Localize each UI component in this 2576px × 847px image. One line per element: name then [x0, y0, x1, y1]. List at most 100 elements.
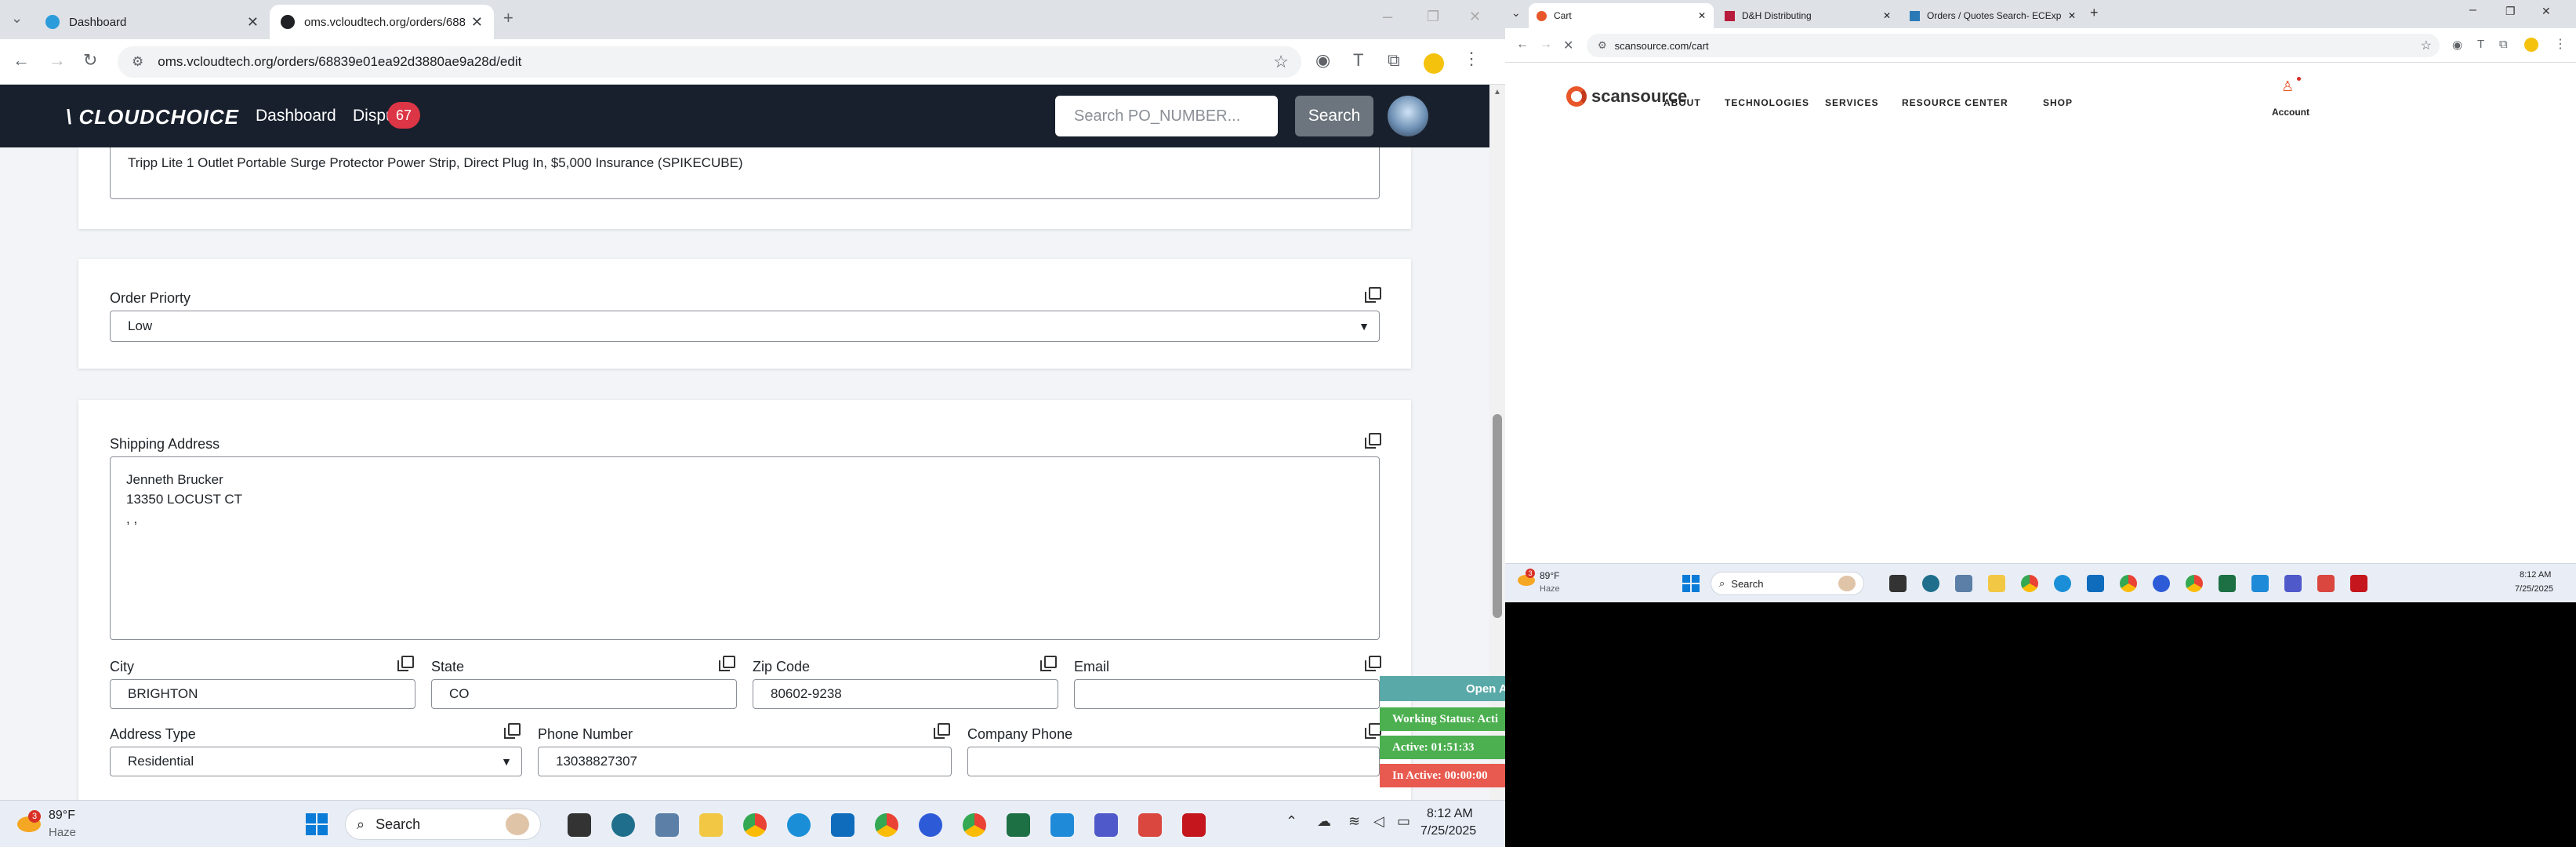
restore-icon[interactable]: ❐ [2505, 5, 2516, 18]
stop-loading-icon[interactable]: ✕ [1563, 38, 1573, 53]
copy-icon[interactable] [1365, 656, 1381, 671]
close-icon[interactable]: ✕ [471, 14, 483, 31]
window-close-icon[interactable]: ✕ [1469, 9, 1481, 24]
zoom-icon[interactable] [2153, 575, 2170, 592]
calculator-icon[interactable] [655, 813, 679, 837]
user-avatar[interactable] [1388, 96, 1428, 136]
tab-dh-distributing[interactable]: D&H Distributing ✕ [1717, 3, 1899, 28]
email-input[interactable] [1074, 679, 1380, 709]
outlook-icon[interactable] [831, 813, 854, 837]
task-view-icon[interactable] [1889, 575, 1907, 592]
chrome-icon[interactable] [2021, 575, 2038, 592]
profile-avatar[interactable] [1424, 53, 1444, 74]
task-view-icon[interactable] [568, 813, 591, 837]
chrome-profile-icon[interactable] [2120, 575, 2137, 592]
extension-icon[interactable]: ◉ [1315, 52, 1330, 69]
phone-number-input[interactable]: 13038827307 [538, 747, 952, 776]
excel-icon[interactable] [1007, 813, 1030, 837]
copy-icon[interactable] [934, 723, 950, 739]
nav-services[interactable]: SERVICES [1825, 97, 1878, 108]
app-icon[interactable] [611, 813, 635, 837]
teams-icon[interactable] [1094, 813, 1118, 837]
back-icon[interactable]: ← [1516, 38, 1529, 52]
menu-icon[interactable]: ⋮ [1463, 50, 1480, 67]
account-link[interactable]: Account [2272, 107, 2309, 118]
nav-resource-center[interactable]: RESOURCE CENTER [1902, 97, 2008, 108]
company-phone-input[interactable] [967, 747, 1380, 776]
windows-start-icon[interactable] [306, 813, 328, 835]
excel-icon[interactable] [2219, 575, 2236, 592]
outlook-icon[interactable] [2087, 575, 2104, 592]
clock-date[interactable]: 7/25/2025 [1420, 824, 1476, 838]
weather-widget[interactable]: 3 [17, 810, 44, 837]
chrome-profile-icon[interactable] [875, 813, 898, 837]
product-description-textarea[interactable]: Tripp Lite 1 Outlet Portable Surge Prote… [110, 147, 1380, 199]
forward-icon[interactable]: → [49, 52, 66, 69]
pdf-editor-icon[interactable] [1138, 813, 1162, 837]
nav-dashboard-link[interactable]: Dashboard [256, 107, 336, 125]
tab-cart[interactable]: Cart ✕ [1529, 3, 1714, 28]
state-input[interactable]: CO [431, 679, 737, 709]
taskbar-search-box[interactable]: ⌕ Search [345, 809, 541, 840]
zoom-icon[interactable] [919, 813, 942, 837]
account-user-icon[interactable]: ♙ [2281, 78, 2294, 95]
chevron-up-icon[interactable]: ⌃ [1286, 813, 1297, 830]
window-close-icon[interactable]: ✕ [2542, 5, 2551, 18]
new-tab-icon[interactable]: + [503, 9, 513, 27]
new-tab-icon[interactable]: + [2090, 5, 2099, 21]
close-icon[interactable]: ✕ [1883, 10, 1891, 21]
acrobat-icon[interactable] [1182, 813, 1206, 837]
reload-icon[interactable]: ↻ [83, 52, 97, 69]
menu-icon[interactable]: ⋮ [2554, 36, 2567, 52]
tab-search-icon[interactable]: ⌄ [11, 11, 23, 25]
reading-icon[interactable]: T [2477, 38, 2484, 51]
minimize-icon[interactable]: – [1383, 8, 1392, 25]
tab-orders-quotes[interactable]: Orders / Quotes Search- ECExp ✕ [1902, 3, 2084, 28]
forward-icon[interactable]: → [1540, 38, 1552, 52]
bookmark-star-icon[interactable]: ☆ [2421, 38, 2432, 53]
taskbar-search-box[interactable]: ⌕ Search [1711, 572, 1864, 595]
speaker-icon[interactable]: ◁ [1373, 813, 1384, 830]
nav-technologies[interactable]: TECHNOLOGIES [1725, 97, 1809, 108]
back-icon[interactable]: ← [13, 52, 30, 69]
nav-about[interactable]: ABOUT [1664, 97, 1701, 108]
tab-search-icon[interactable]: ⌄ [1511, 6, 1521, 20]
copy-icon[interactable] [1040, 656, 1057, 671]
close-icon[interactable]: ✕ [247, 14, 259, 31]
snipping-tool-icon[interactable] [2251, 575, 2269, 592]
copy-icon[interactable] [1365, 433, 1381, 449]
copy-icon[interactable] [504, 723, 521, 739]
open-widget-button[interactable]: Open A [1380, 676, 1505, 701]
scroll-up-icon[interactable]: ▲ [1493, 88, 1501, 96]
site-info-icon[interactable]: ⚙ [132, 54, 143, 70]
close-icon[interactable]: ✕ [2068, 10, 2076, 21]
teams-icon[interactable] [2284, 575, 2302, 592]
profile-avatar[interactable] [2524, 38, 2538, 52]
minimize-icon[interactable]: – [2469, 3, 2476, 17]
close-icon[interactable]: ✕ [1698, 10, 1706, 21]
edge-icon[interactable] [2054, 575, 2071, 592]
right-address-bar[interactable]: ⚙ scansource.com/cart ☆ [1587, 34, 2440, 57]
restore-icon[interactable]: ❐ [1427, 9, 1439, 24]
zip-code-input[interactable]: 80602-9238 [753, 679, 1058, 709]
calculator-icon[interactable] [1955, 575, 1972, 592]
bookmark-star-icon[interactable]: ☆ [1273, 52, 1289, 72]
windows-start-icon[interactable] [1682, 575, 1700, 592]
cloud-sync-icon[interactable]: ☁ [1317, 813, 1331, 830]
app-icon[interactable] [1922, 575, 1939, 592]
site-info-icon[interactable]: ⚙ [1598, 39, 1607, 52]
address-type-select[interactable]: Residential ▼ [110, 747, 522, 776]
extension-icon[interactable]: ◉ [2452, 38, 2462, 52]
nav-shop[interactable]: SHOP [2043, 97, 2073, 108]
clock-time[interactable]: 8:12 AM [1427, 807, 1473, 821]
copy-icon[interactable] [719, 656, 735, 671]
scrollbar-thumb[interactable] [1493, 414, 1502, 618]
shipping-address-textarea[interactable]: Jenneth Brucker 13350 LOCUST CT , , [110, 456, 1380, 640]
copy-icon[interactable] [1365, 287, 1381, 303]
acrobat-icon[interactable] [2350, 575, 2367, 592]
tab-dashboard[interactable]: Dashboard ✕ [34, 5, 270, 39]
puzzle-icon[interactable]: ⧉ [1388, 52, 1400, 69]
po-search-input[interactable]: Search PO_NUMBER... [1055, 96, 1278, 136]
chrome-profile-icon[interactable] [2186, 575, 2203, 592]
battery-icon[interactable]: ▭ [1397, 813, 1410, 830]
